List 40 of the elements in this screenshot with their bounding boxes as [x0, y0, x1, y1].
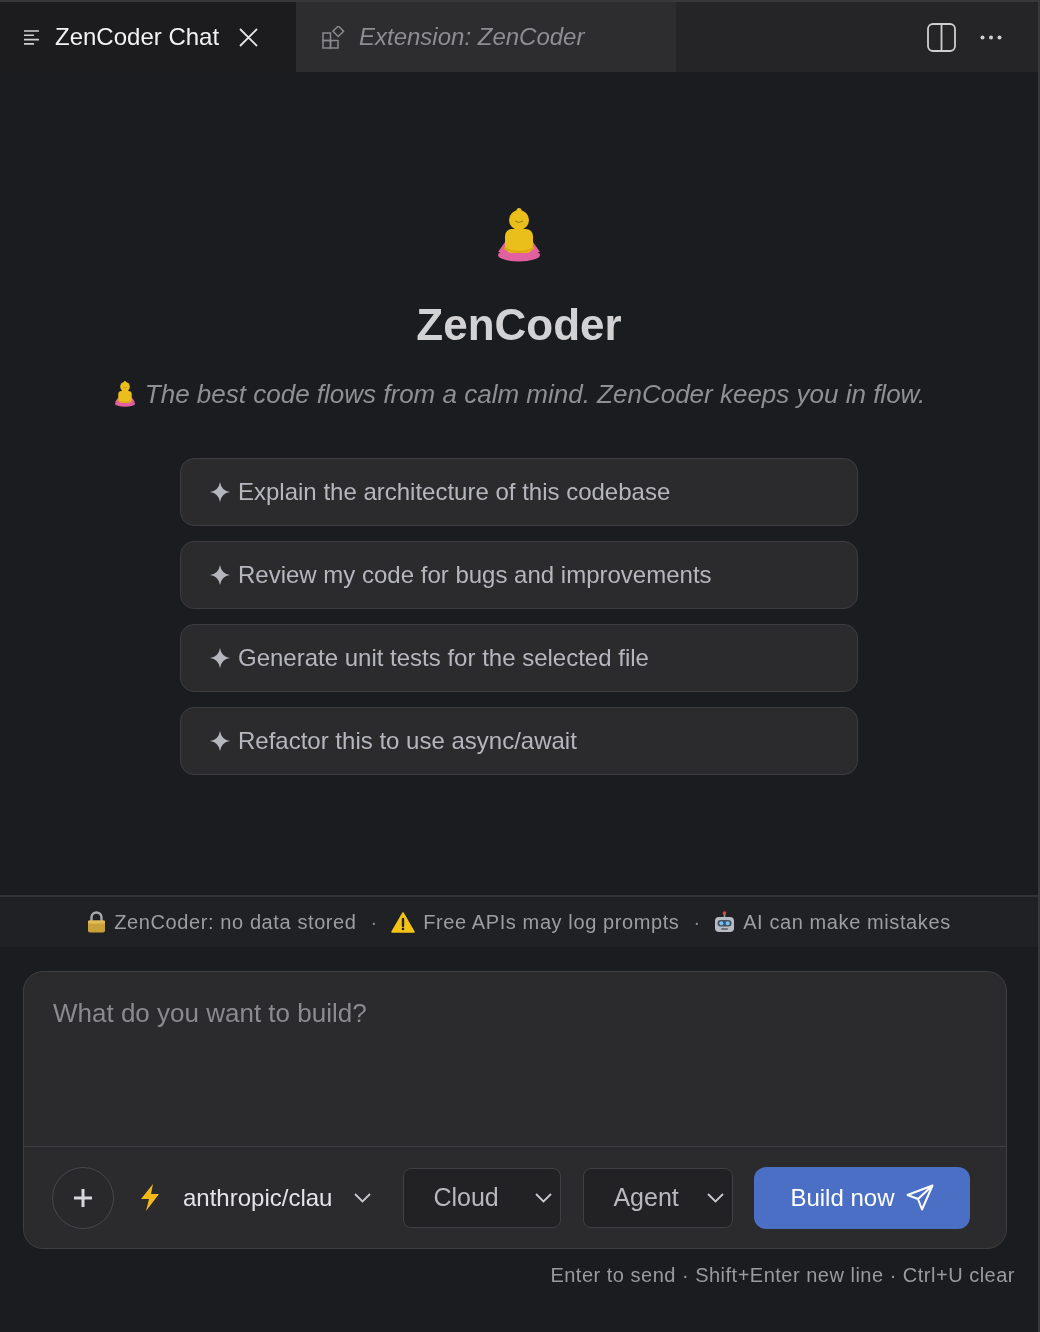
plus-icon [73, 1187, 93, 1208]
suggestion-button[interactable]: Generate unit tests for the selected file [180, 624, 858, 692]
dropdown-select[interactable]: Agent [583, 1167, 734, 1228]
model-select[interactable]: anthropic/clau [139, 1179, 372, 1216]
lock-icon [87, 911, 107, 933]
prompt-input[interactable]: What do you want to build? [24, 972, 1006, 1147]
suggestion-button[interactable]: Review my code for bugs and improvements [180, 541, 858, 609]
more-icon[interactable] [980, 34, 1002, 40]
list-icon [24, 29, 41, 45]
robot-icon [714, 911, 736, 933]
tab[interactable]: ZenCoder Chat [0, 2, 296, 72]
lightning-icon [139, 1184, 161, 1211]
separator: · [693, 910, 701, 935]
prompt-composer[interactable]: What do you want to build? anthropic/clau Cloud Agent Build now [23, 971, 1007, 1249]
send-icon [906, 1184, 935, 1211]
warning-icon [391, 911, 416, 933]
extensions-icon [322, 25, 345, 49]
notice-text: AI can make mistakes [743, 910, 951, 935]
separator: · [370, 910, 378, 935]
dropdown-select[interactable]: Cloud [403, 1167, 562, 1228]
chevron-icon [535, 1192, 553, 1203]
sparkle-icon [210, 482, 230, 502]
build-now-button[interactable]: Build now [754, 1166, 971, 1229]
close-icon[interactable] [239, 27, 259, 47]
meditating-figure-icon [112, 381, 137, 407]
meditating-figure-icon [496, 208, 542, 262]
suggestion-button[interactable]: Explain the architecture of this codebase [180, 458, 858, 526]
split-editor-icon[interactable] [927, 22, 956, 52]
chevron-icon [707, 1192, 725, 1203]
chevron-icon [354, 1192, 372, 1203]
sparkle-icon [210, 731, 230, 751]
notice-text: ZenCoder: no data stored [114, 910, 357, 935]
suggestion-button[interactable]: Refactor this to use async/await [180, 707, 858, 775]
tagline: The best code flows from a calm mind. ZenCoder keeps you in flow. [144, 378, 926, 410]
sparkle-icon [210, 648, 230, 668]
notice-text: Free APIs may log prompts [423, 910, 680, 935]
app-title: ZenCoder [416, 300, 622, 350]
tab[interactable]: Extension: ZenCoder [296, 2, 676, 72]
shortcut-hint: Enter to send · Shift+Enter new line · Ctrl+U clear [549, 1263, 1015, 1287]
sparkle-icon [210, 565, 230, 585]
